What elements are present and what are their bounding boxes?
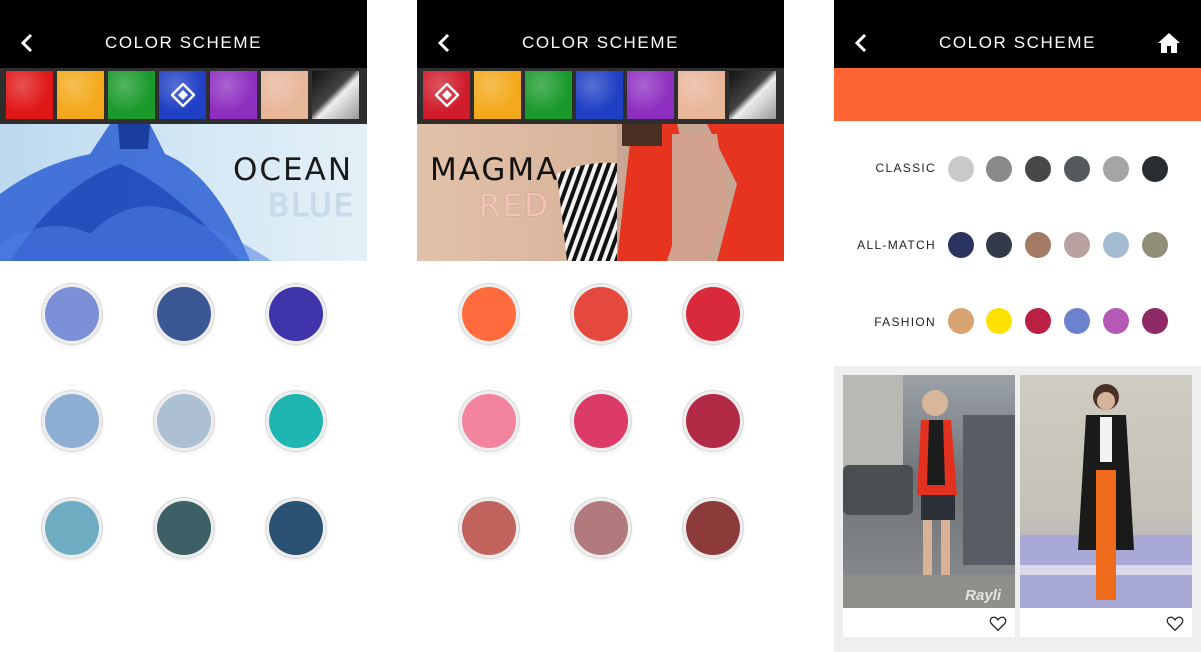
outfit-card[interactable]: Rayli (843, 375, 1015, 637)
swatch-blue[interactable] (159, 71, 206, 119)
color-circle[interactable] (157, 394, 211, 448)
color-circle[interactable] (686, 394, 740, 448)
color-circle[interactable] (462, 394, 516, 448)
swatch-purple[interactable] (210, 71, 257, 119)
street-style-illustration (1020, 384, 1192, 608)
swatch-yellow[interactable] (57, 71, 104, 119)
swatch-bar (0, 68, 367, 124)
row-label-all-match: ALL-MATCH (857, 238, 936, 252)
page-title: COLOR SCHEME (938, 33, 1097, 52)
palette-dot[interactable] (1103, 156, 1129, 182)
palette-dot[interactable] (1142, 156, 1168, 182)
screen-magma-red: COLOR SCHEME MAGMA RED (417, 0, 784, 652)
color-circle[interactable] (574, 394, 628, 448)
selected-diamond-icon (170, 83, 195, 107)
palette-dot[interactable] (986, 232, 1012, 258)
palette-dot[interactable] (986, 308, 1012, 334)
swatch-nude[interactable] (678, 71, 725, 119)
outfit-photo: Rayli (843, 375, 1015, 608)
palette-dot[interactable] (1064, 232, 1090, 258)
swatch-blue[interactable] (576, 71, 623, 119)
outfit-card[interactable] (1020, 375, 1192, 637)
palette-dot[interactable] (1064, 308, 1090, 334)
swatch-green[interactable] (108, 71, 155, 119)
swatch-yellow[interactable] (474, 71, 521, 119)
top-bar: COLOR SCHEME (0, 0, 367, 68)
palette-dot[interactable] (986, 156, 1012, 182)
accent-color-bar (834, 68, 1201, 121)
color-circle[interactable] (269, 501, 323, 555)
palette-dot[interactable] (1142, 308, 1168, 334)
color-circle[interactable] (462, 287, 516, 341)
palette-dot[interactable] (1025, 156, 1051, 182)
banner-line2: BLUE (268, 188, 356, 224)
swatch-purple[interactable] (627, 71, 674, 119)
banner-line1: MAGMA (430, 152, 560, 188)
color-circle[interactable] (686, 287, 740, 341)
swatch-red[interactable] (423, 71, 470, 119)
red-jacket-illustration (557, 124, 784, 261)
top-bar: COLOR SCHEME (417, 0, 784, 68)
top-bar: COLOR SCHEME (834, 0, 1201, 68)
color-circle[interactable] (157, 287, 211, 341)
palette-dot[interactable] (948, 308, 974, 334)
outfit-gallery: Rayli (834, 366, 1201, 652)
palette-dot[interactable] (1142, 232, 1168, 258)
swatch-metallic[interactable] (312, 71, 359, 119)
swatch-green[interactable] (525, 71, 572, 119)
palette-dot[interactable] (1064, 156, 1090, 182)
banner-line1: OCEAN (233, 152, 354, 188)
screen-color-matching: COLOR SCHEME CLASSIC ALL-MATCH FASHION R… (834, 0, 1201, 652)
color-circle[interactable] (574, 287, 628, 341)
color-circle[interactable] (157, 501, 211, 555)
street-style-illustration (843, 375, 1015, 608)
banner-image[interactable]: MAGMA RED (417, 124, 784, 261)
palette-dot[interactable] (1103, 232, 1129, 258)
page-title: COLOR SCHEME (521, 33, 680, 52)
heart-icon[interactable] (989, 615, 1007, 633)
swatch-nude[interactable] (261, 71, 308, 119)
banner-line2: RED (479, 188, 550, 224)
color-circle[interactable] (462, 501, 516, 555)
color-circle[interactable] (269, 287, 323, 341)
outfit-photo (1020, 375, 1192, 608)
palette-dot[interactable] (1025, 232, 1051, 258)
color-circle[interactable] (574, 501, 628, 555)
color-circle[interactable] (269, 394, 323, 448)
palette-dot[interactable] (948, 156, 974, 182)
page-title: COLOR SCHEME (104, 33, 263, 52)
row-label-fashion: FASHION (874, 315, 936, 329)
color-circle[interactable] (45, 287, 99, 341)
photo-watermark: Rayli (965, 587, 1001, 604)
palette-dot[interactable] (1025, 308, 1051, 334)
color-circle[interactable] (45, 501, 99, 555)
palette-dot[interactable] (948, 232, 974, 258)
color-circle[interactable] (686, 501, 740, 555)
swatch-red[interactable] (6, 71, 53, 119)
heart-icon[interactable] (1166, 615, 1184, 633)
swatch-metallic[interactable] (729, 71, 776, 119)
swatch-bar (417, 68, 784, 124)
color-circle[interactable] (45, 394, 99, 448)
selected-diamond-icon (434, 83, 459, 107)
screen-ocean-blue: COLOR SCHEME OCEAN BLUE (0, 0, 367, 652)
palette-dot[interactable] (1103, 308, 1129, 334)
banner-image[interactable]: OCEAN BLUE (0, 124, 367, 261)
row-label-classic: CLASSIC (875, 161, 936, 175)
home-icon[interactable] (1157, 31, 1181, 55)
